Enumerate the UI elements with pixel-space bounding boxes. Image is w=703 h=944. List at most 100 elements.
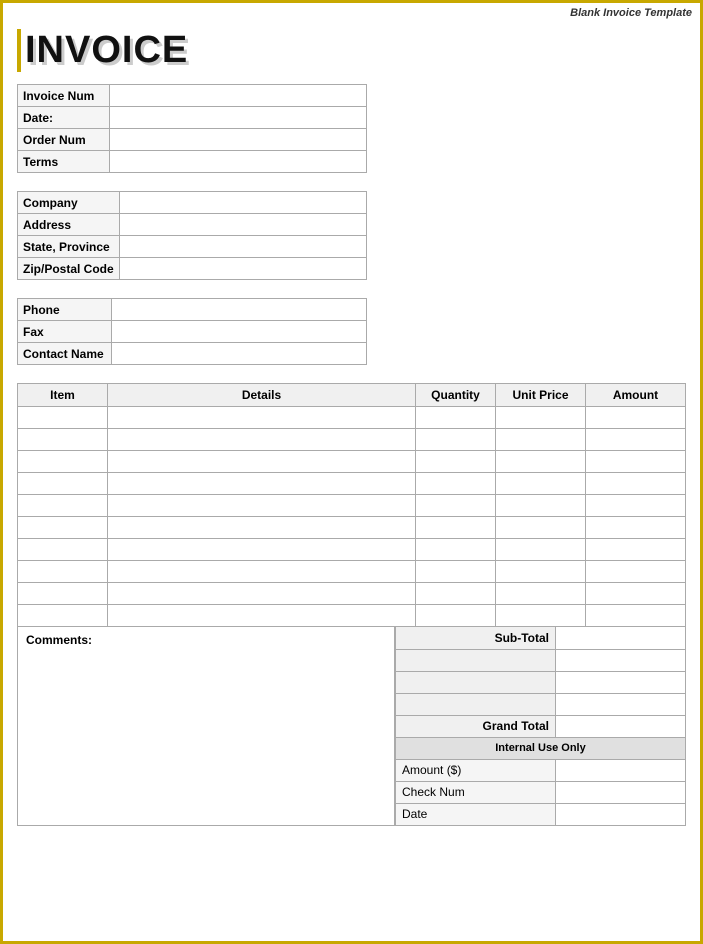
comments-area[interactable]: Comments: bbox=[17, 627, 395, 826]
unit-cell[interactable] bbox=[496, 429, 586, 451]
order-num-value[interactable] bbox=[110, 129, 367, 151]
subtotal-label: Sub-Total bbox=[396, 627, 556, 649]
qty-cell[interactable] bbox=[416, 517, 496, 539]
state-province-value[interactable] bbox=[119, 236, 366, 258]
item-cell[interactable] bbox=[18, 473, 108, 495]
terms-row: Terms bbox=[18, 151, 367, 173]
item-cell[interactable] bbox=[18, 495, 108, 517]
table-row bbox=[18, 561, 686, 583]
company-info-table: Company Address State, Province Zip/Post… bbox=[17, 191, 367, 280]
terms-value[interactable] bbox=[110, 151, 367, 173]
bottom-section: Comments: Sub-Total bbox=[17, 627, 686, 826]
table-row bbox=[18, 517, 686, 539]
zip-value[interactable] bbox=[119, 258, 366, 280]
amount-cell[interactable] bbox=[586, 539, 686, 561]
amount-cell[interactable] bbox=[586, 495, 686, 517]
item-cell[interactable] bbox=[18, 451, 108, 473]
amount-cell[interactable] bbox=[586, 561, 686, 583]
fax-label: Fax bbox=[18, 321, 112, 343]
date-label: Date: bbox=[18, 107, 110, 129]
qty-cell[interactable] bbox=[416, 407, 496, 429]
invoice-num-label: Invoice Num bbox=[18, 85, 110, 107]
item-cell[interactable] bbox=[18, 605, 108, 627]
table-row bbox=[18, 495, 686, 517]
blank-value-1[interactable] bbox=[556, 649, 686, 671]
unit-cell[interactable] bbox=[496, 517, 586, 539]
item-cell[interactable] bbox=[18, 583, 108, 605]
phone-value[interactable] bbox=[111, 299, 366, 321]
internal-date-value[interactable] bbox=[556, 803, 686, 825]
item-cell[interactable] bbox=[18, 561, 108, 583]
qty-cell[interactable] bbox=[416, 539, 496, 561]
phone-label: Phone bbox=[18, 299, 112, 321]
qty-cell[interactable] bbox=[416, 495, 496, 517]
invoice-title-shadow: INVOICE INVOICE bbox=[25, 29, 188, 72]
fax-row: Fax bbox=[18, 321, 367, 343]
item-cell[interactable] bbox=[18, 429, 108, 451]
details-cell[interactable] bbox=[108, 539, 416, 561]
amount-dollars-value[interactable] bbox=[556, 759, 686, 781]
amount-cell[interactable] bbox=[586, 451, 686, 473]
amount-cell[interactable] bbox=[586, 583, 686, 605]
item-cell[interactable] bbox=[18, 407, 108, 429]
unit-cell[interactable] bbox=[496, 407, 586, 429]
unit-cell[interactable] bbox=[496, 451, 586, 473]
item-cell[interactable] bbox=[18, 517, 108, 539]
details-cell[interactable] bbox=[108, 495, 416, 517]
unit-cell[interactable] bbox=[496, 495, 586, 517]
col-header-details: Details bbox=[108, 384, 416, 407]
top-info-table: Invoice Num Date: Order Num Terms bbox=[17, 84, 367, 173]
internal-use-header: Internal Use Only bbox=[396, 737, 686, 759]
check-num-row: Check Num bbox=[396, 781, 686, 803]
details-cell[interactable] bbox=[108, 605, 416, 627]
details-cell[interactable] bbox=[108, 561, 416, 583]
qty-cell[interactable] bbox=[416, 429, 496, 451]
qty-cell[interactable] bbox=[416, 583, 496, 605]
invoice-num-value[interactable] bbox=[110, 85, 367, 107]
unit-cell[interactable] bbox=[496, 561, 586, 583]
amount-cell[interactable] bbox=[586, 407, 686, 429]
fax-value[interactable] bbox=[111, 321, 366, 343]
blank-row-3 bbox=[396, 693, 686, 715]
contact-name-value[interactable] bbox=[111, 343, 366, 365]
unit-cell[interactable] bbox=[496, 605, 586, 627]
totals-area: Sub-Total Grand Total bbox=[395, 627, 686, 826]
grand-total-value[interactable] bbox=[556, 715, 686, 737]
amount-cell[interactable] bbox=[586, 605, 686, 627]
item-cell[interactable] bbox=[18, 539, 108, 561]
blank-value-3[interactable] bbox=[556, 693, 686, 715]
amount-cell[interactable] bbox=[586, 517, 686, 539]
qty-cell[interactable] bbox=[416, 451, 496, 473]
totals-table: Sub-Total Grand Total bbox=[395, 627, 686, 826]
unit-cell[interactable] bbox=[496, 539, 586, 561]
company-value[interactable] bbox=[119, 192, 366, 214]
table-row bbox=[18, 605, 686, 627]
company-row: Company bbox=[18, 192, 367, 214]
qty-cell[interactable] bbox=[416, 561, 496, 583]
unit-cell[interactable] bbox=[496, 583, 586, 605]
address-value[interactable] bbox=[119, 214, 366, 236]
unit-cell[interactable] bbox=[496, 473, 586, 495]
blank-value-2[interactable] bbox=[556, 671, 686, 693]
details-cell[interactable] bbox=[108, 473, 416, 495]
amount-cell[interactable] bbox=[586, 429, 686, 451]
check-num-value[interactable] bbox=[556, 781, 686, 803]
table-row bbox=[18, 473, 686, 495]
items-header-row: Item Details Quantity Unit Price Amount bbox=[18, 384, 686, 407]
details-cell[interactable] bbox=[108, 583, 416, 605]
date-value[interactable] bbox=[110, 107, 367, 129]
qty-cell[interactable] bbox=[416, 605, 496, 627]
details-cell[interactable] bbox=[108, 451, 416, 473]
invoice-title-main: INVOICE bbox=[25, 29, 188, 72]
terms-label: Terms bbox=[18, 151, 110, 173]
details-cell[interactable] bbox=[108, 517, 416, 539]
amount-cell[interactable] bbox=[586, 473, 686, 495]
blank-label-1 bbox=[396, 649, 556, 671]
amount-row: Amount ($) bbox=[396, 759, 686, 781]
details-cell[interactable] bbox=[108, 429, 416, 451]
blank-label-2 bbox=[396, 671, 556, 693]
details-cell[interactable] bbox=[108, 407, 416, 429]
grand-total-label: Grand Total bbox=[396, 715, 556, 737]
subtotal-value[interactable] bbox=[556, 627, 686, 649]
qty-cell[interactable] bbox=[416, 473, 496, 495]
